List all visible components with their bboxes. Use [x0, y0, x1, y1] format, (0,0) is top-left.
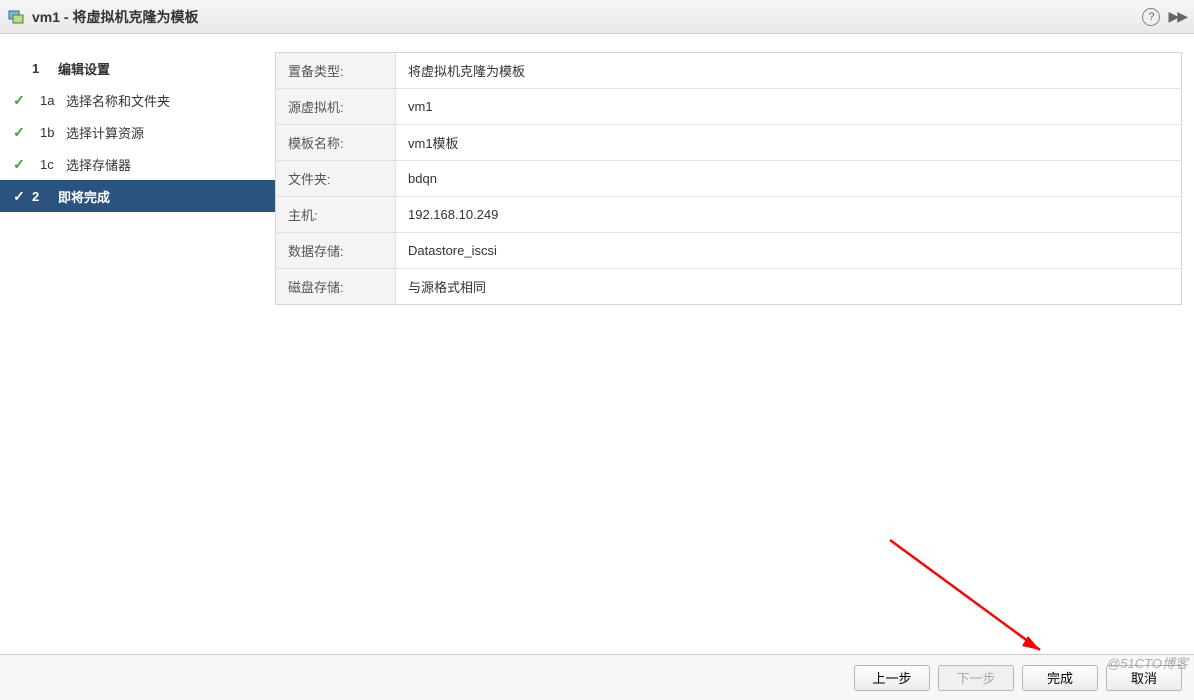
table-row: 源虚拟机: vm1 — [276, 89, 1182, 125]
step-label: 即将完成 — [58, 187, 110, 206]
check-icon: ✓ — [10, 156, 28, 173]
cancel-button[interactable]: 取消 — [1106, 665, 1182, 691]
table-row: 文件夹: bdqn — [276, 161, 1182, 197]
titlebar: vm1 - 将虚拟机克隆为模板 ? ▶▶ — [0, 0, 1194, 34]
table-row: 置备类型: 将虚拟机克隆为模板 — [276, 53, 1182, 89]
table-row: 磁盘存储: 与源格式相同 — [276, 269, 1182, 305]
check-icon: ✓ — [10, 124, 28, 141]
titlebar-controls: ? ▶▶ — [1142, 8, 1186, 26]
step-1b-select-compute[interactable]: ✓ 1b 选择计算资源 — [0, 116, 275, 148]
row-value: 将虚拟机克隆为模板 — [396, 53, 1182, 89]
table-row: 数据存储: Datastore_iscsi — [276, 233, 1182, 269]
row-label: 模板名称: — [276, 125, 396, 161]
step-number: 2 — [28, 189, 58, 204]
row-label: 主机: — [276, 197, 396, 233]
row-value: 与源格式相同 — [396, 269, 1182, 305]
step-label: 编辑设置 — [58, 59, 110, 78]
vm-icon — [8, 9, 24, 25]
row-label: 数据存储: — [276, 233, 396, 269]
wizard-body: ✓ 1 编辑设置 ✓ 1a 选择名称和文件夹 ✓ 1b 选择计算资源 ✓ 1c … — [0, 34, 1194, 654]
step-1a-select-name-folder[interactable]: ✓ 1a 选择名称和文件夹 — [0, 84, 275, 116]
back-button[interactable]: 上一步 — [854, 665, 930, 691]
row-value: vm1 — [396, 89, 1182, 125]
row-label: 文件夹: — [276, 161, 396, 197]
summary-table: 置备类型: 将虚拟机克隆为模板 源虚拟机: vm1 模板名称: vm1模板 文件… — [275, 52, 1182, 305]
step-number: 1a — [28, 93, 66, 108]
step-number: 1 — [28, 61, 58, 76]
row-value: vm1模板 — [396, 125, 1182, 161]
row-value: Datastore_iscsi — [396, 233, 1182, 269]
next-button: 下一步 — [938, 665, 1014, 691]
step-number: 1c — [28, 157, 66, 172]
check-icon: ✓ — [10, 92, 28, 109]
wizard-sidebar: ✓ 1 编辑设置 ✓ 1a 选择名称和文件夹 ✓ 1b 选择计算资源 ✓ 1c … — [0, 34, 275, 654]
help-icon[interactable]: ? — [1142, 8, 1160, 26]
step-number: 1b — [28, 125, 66, 140]
table-row: 模板名称: vm1模板 — [276, 125, 1182, 161]
expand-icon[interactable]: ▶▶ — [1168, 8, 1186, 25]
check-icon: ✓ — [10, 188, 28, 205]
step-label: 选择名称和文件夹 — [66, 91, 170, 110]
window-title: vm1 - 将虚拟机克隆为模板 — [32, 7, 1142, 27]
step-1c-select-storage[interactable]: ✓ 1c 选择存储器 — [0, 148, 275, 180]
row-label: 磁盘存储: — [276, 269, 396, 305]
step-2-ready-complete[interactable]: ✓ 2 即将完成 — [0, 180, 275, 212]
step-label: 选择计算资源 — [66, 123, 144, 142]
row-label: 源虚拟机: — [276, 89, 396, 125]
row-value: 192.168.10.249 — [396, 197, 1182, 233]
row-value: bdqn — [396, 161, 1182, 197]
finish-button[interactable]: 完成 — [1022, 665, 1098, 691]
table-row: 主机: 192.168.10.249 — [276, 197, 1182, 233]
step-label: 选择存储器 — [66, 155, 131, 174]
row-label: 置备类型: — [276, 53, 396, 89]
wizard-footer: 上一步 下一步 完成 取消 — [0, 654, 1194, 700]
wizard-content: 置备类型: 将虚拟机克隆为模板 源虚拟机: vm1 模板名称: vm1模板 文件… — [275, 34, 1194, 654]
step-1-edit-settings[interactable]: ✓ 1 编辑设置 — [0, 52, 275, 84]
